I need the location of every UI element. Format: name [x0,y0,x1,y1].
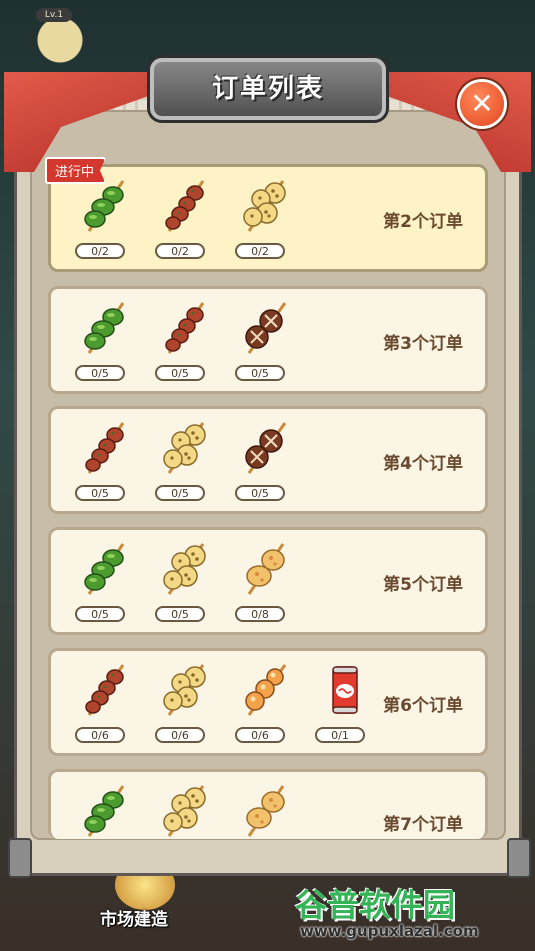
item-progress-count: 0/8 [235,606,285,622]
order-label: 第7个订单 [383,815,463,835]
item-progress-count: 0/6 [235,727,285,743]
order-item[interactable]: 0/6 [73,657,133,749]
order-label: 第3个订单 [383,334,463,354]
item-progress-count: 0/5 [155,606,205,622]
order-card[interactable]: 0/5 0/5 0/5 第4个订单 [48,406,488,514]
order-item[interactable]: 0/5 [73,536,133,628]
order-item[interactable]: 0/5 [153,415,213,507]
panel-corner-right [507,838,531,878]
order-item[interactable]: 0/2 [153,173,213,265]
order-label: 第6个订单 [383,696,463,716]
close-button[interactable]: ✕ [460,82,504,126]
order-item[interactable]: 0/5 [73,295,133,387]
item-progress-count: 0/5 [155,485,205,501]
watermark-url: www.gupuxlazal.com [300,922,479,940]
order-item[interactable]: 0/5 [73,415,133,507]
order-card[interactable]: 第7个订单 [48,769,488,839]
item-progress-count: 0/2 [235,243,285,259]
order-card[interactable]: 0/5 0/5 0/8 第5个订单 [48,527,488,635]
order-item[interactable]: 0/8 [233,536,293,628]
order-item[interactable]: 0/5 [153,295,213,387]
panel-corner-left [8,838,32,878]
item-progress-count: 0/5 [75,485,125,501]
order-item[interactable]: 0/2 [233,173,293,265]
item-progress-count: 0/5 [155,365,205,381]
order-label: 第5个订单 [383,575,463,595]
order-item[interactable] [153,778,213,839]
item-progress-count: 0/6 [155,727,205,743]
order-item[interactable]: 0/5 [153,536,213,628]
item-progress-count: 0/1 [315,727,365,743]
item-progress-count: 0/6 [75,727,125,743]
watermark-text: 谷普软件园 [295,886,456,924]
level-badge: Lv.1 [36,8,72,22]
order-item[interactable]: 0/6 [153,657,213,749]
panel-title: 订单列表 [211,74,324,104]
order-label: 第2个订单 [383,212,463,232]
order-card[interactable]: 进行中 0/2 0/2 0/2 第2个订单 [45,157,488,272]
order-label: 第4个订单 [383,454,463,474]
close-icon: ✕ [470,87,494,120]
order-item[interactable]: 0/5 [233,415,293,507]
item-progress-count: 0/2 [155,243,205,259]
market-build-button[interactable]: 市场建造 [100,905,168,930]
item-progress-count: 0/5 [235,485,285,501]
order-item[interactable] [73,778,133,839]
order-item[interactable]: 0/2 [73,173,133,265]
order-card[interactable]: 0/5 0/5 0/5 第3个订单 [48,286,488,394]
item-progress-count: 0/5 [75,606,125,622]
item-progress-count: 0/5 [235,365,285,381]
order-item[interactable]: 0/6 [233,657,293,749]
order-item[interactable]: 0/5 [233,295,293,387]
title-plate: 订单列表 [150,58,386,120]
order-item[interactable]: 0/1 [313,657,373,749]
order-card[interactable]: 0/6 0/6 0/6 0/1 第6个订单 [48,648,488,756]
order-item[interactable] [233,778,293,839]
item-progress-count: 0/2 [75,243,125,259]
item-progress-count: 0/5 [75,365,125,381]
